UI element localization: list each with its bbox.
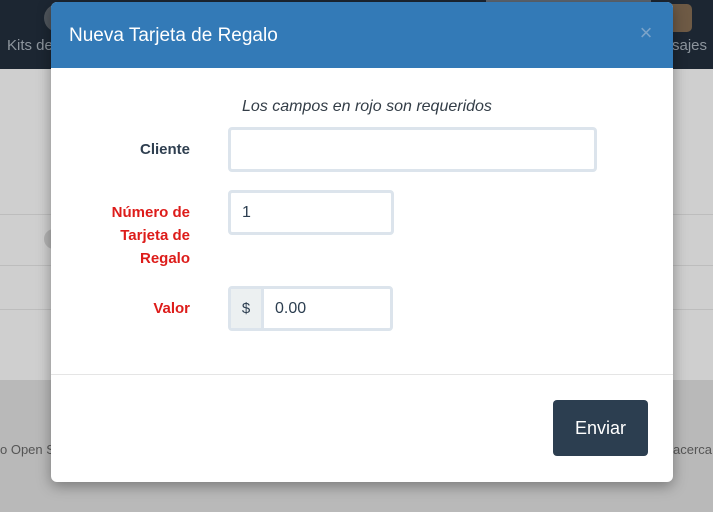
- value-label: Valor: [153, 300, 190, 317]
- background-footer-right-text: acerca: [673, 442, 713, 457]
- required-fields-note: Los campos en rojo son requeridos: [242, 98, 492, 115]
- value-input[interactable]: [264, 289, 390, 328]
- client-label: Cliente: [139, 141, 190, 158]
- background-nav-messages-label: sajes: [672, 37, 708, 54]
- gift-card-number-label: Número de Tarjeta de Regalo: [111, 204, 190, 267]
- gift-card-modal: Nueva Tarjeta de Regalo × Los campos en …: [51, 2, 673, 482]
- modal-footer-divider: [51, 374, 673, 375]
- background-footer-left-text: o Open S: [0, 442, 55, 457]
- value-input-group: $: [228, 286, 393, 331]
- currency-addon: $: [231, 289, 264, 328]
- modal-header: Nueva Tarjeta de Regalo ×: [51, 2, 673, 68]
- modal-title: Nueva Tarjeta de Regalo: [69, 25, 278, 46]
- submit-button[interactable]: Enviar: [553, 400, 648, 456]
- background-nav-kits-label: Kits de: [7, 37, 53, 54]
- client-input[interactable]: [228, 127, 597, 172]
- close-icon[interactable]: ×: [635, 21, 657, 45]
- gift-card-number-input[interactable]: [228, 190, 394, 235]
